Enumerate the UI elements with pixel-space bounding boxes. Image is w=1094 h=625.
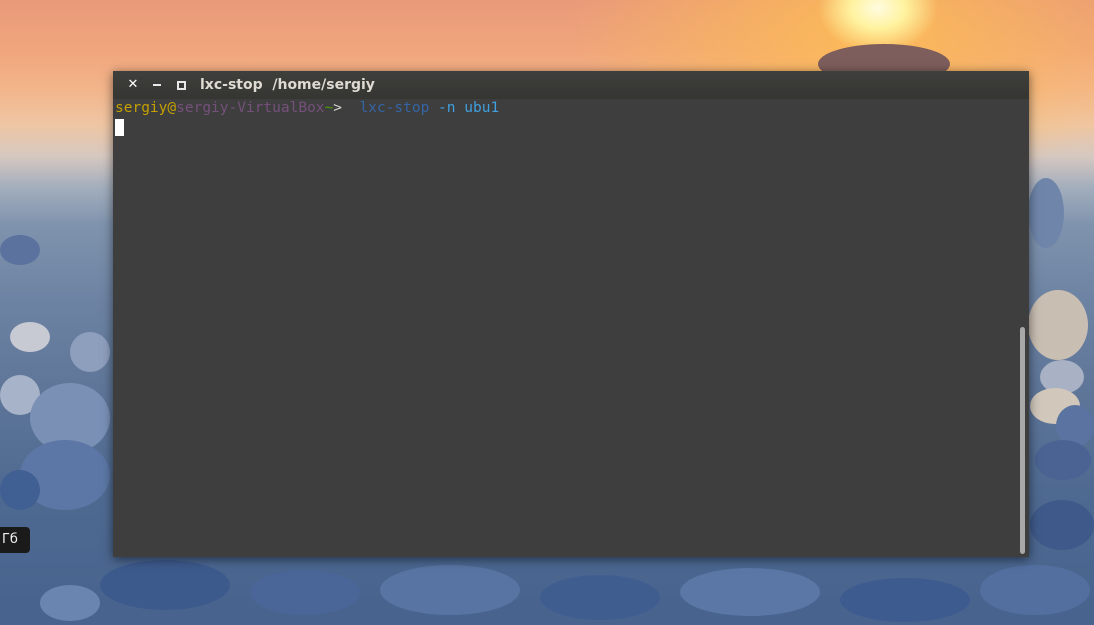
prompt-user: sergiy bbox=[115, 100, 168, 116]
desktop-background: ✕ lxc-stop /home/sergiy sergiy@sergiy-Vi… bbox=[0, 0, 1094, 625]
prompt-line: sergiy@sergiy-VirtualBox~> lxc-stop -n u… bbox=[115, 99, 1029, 118]
terminal-titlebar[interactable]: ✕ lxc-stop /home/sergiy bbox=[113, 71, 1029, 99]
window-title: lxc-stop /home/sergiy bbox=[200, 77, 375, 93]
text-cursor bbox=[115, 119, 124, 136]
input-line[interactable] bbox=[115, 118, 1029, 137]
side-label: Гб bbox=[0, 527, 30, 553]
window-title-path: /home/sergiy bbox=[272, 77, 375, 93]
command-argument: ubu1 bbox=[464, 100, 500, 116]
prompt-arrow: > bbox=[333, 100, 342, 116]
minimize-icon[interactable] bbox=[151, 79, 163, 91]
close-icon[interactable]: ✕ bbox=[127, 78, 139, 91]
maximize-icon[interactable] bbox=[175, 79, 187, 91]
prompt-host: sergiy-VirtualBox bbox=[176, 100, 325, 116]
command-name: lxc-stop bbox=[359, 100, 430, 116]
prompt-cwd: ~ bbox=[324, 100, 334, 116]
terminal-output[interactable]: sergiy@sergiy-VirtualBox~> lxc-stop -n u… bbox=[113, 99, 1029, 557]
terminal-scrollbar[interactable] bbox=[1020, 327, 1025, 554]
terminal-window[interactable]: ✕ lxc-stop /home/sergiy sergiy@sergiy-Vi… bbox=[113, 71, 1029, 557]
prompt-at: @ bbox=[167, 100, 177, 116]
command-flag: -n bbox=[438, 100, 456, 116]
window-title-command: lxc-stop bbox=[200, 77, 263, 93]
